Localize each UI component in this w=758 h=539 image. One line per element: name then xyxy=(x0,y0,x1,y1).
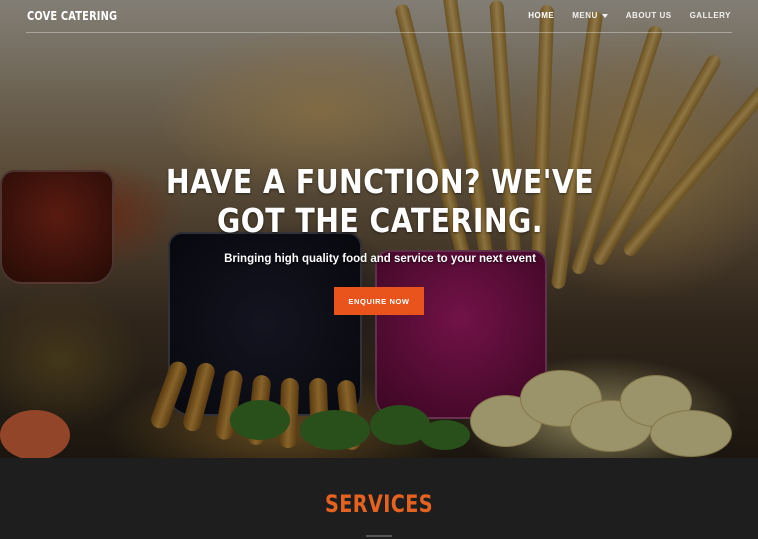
top-navigation: COVE CATERING HOME MENU ABOUT US GALLERY xyxy=(0,0,758,34)
brand-logo-text[interactable]: COVE CATERING xyxy=(27,9,117,23)
nav-link-menu[interactable]: MENU xyxy=(572,11,608,20)
hero-subheadline: Bringing high quality food and service t… xyxy=(224,253,536,265)
nav-link-gallery[interactable]: GALLERY xyxy=(690,11,731,20)
nav-link-home-label: HOME xyxy=(528,11,555,20)
nav-link-home[interactable]: HOME xyxy=(528,11,554,20)
services-heading-underline xyxy=(366,535,392,537)
hero-headline: HAVE A FUNCTION? WE'VE GOT THE CATERING. xyxy=(165,162,595,240)
nav-link-about-us-label: ABOUT US xyxy=(625,11,672,20)
nav-divider xyxy=(26,32,732,33)
enquire-now-button[interactable]: ENQUIRE NOW xyxy=(334,287,424,315)
nav-link-about-us[interactable]: ABOUT US xyxy=(626,11,672,20)
services-heading: SERVICES xyxy=(325,490,433,518)
nav-link-gallery-label: GALLERY xyxy=(689,11,731,20)
chevron-down-icon xyxy=(601,13,608,18)
nav-links: HOME MENU ABOUT US GALLERY xyxy=(528,11,731,20)
nav-link-menu-label: MENU xyxy=(572,11,598,20)
